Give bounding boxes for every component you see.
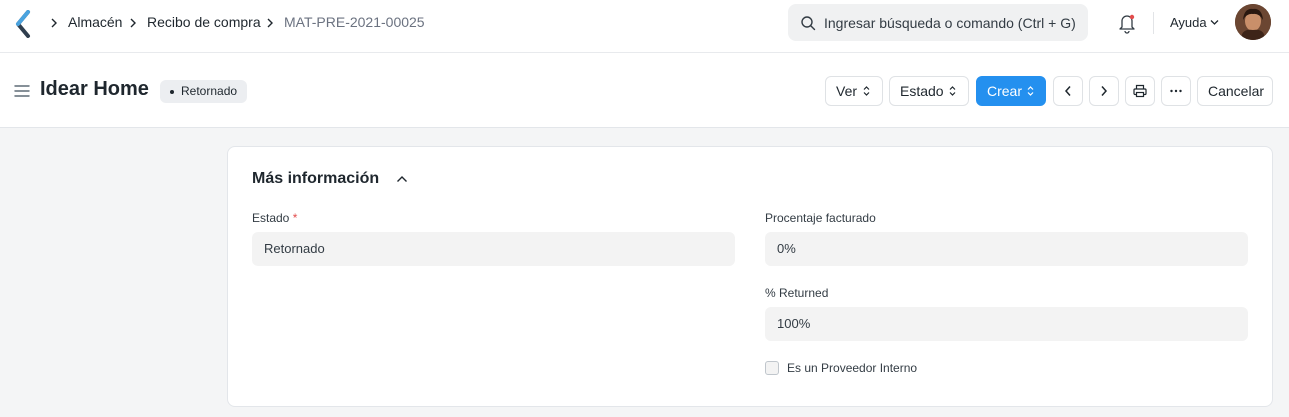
create-button[interactable]: Crear <box>976 76 1046 106</box>
section-title[interactable]: Más información <box>252 170 379 188</box>
user-photo-icon <box>1235 4 1271 40</box>
more-actions-button[interactable] <box>1161 76 1191 106</box>
chevron-right-icon <box>1101 86 1108 96</box>
status-badge: Retornado <box>160 80 248 103</box>
search-icon <box>801 16 816 31</box>
internal-supplier-label[interactable]: Es un Proveedor Interno <box>787 361 917 375</box>
estado-label-text: Estado <box>252 211 290 225</box>
estado-field[interactable]: Retornado <box>252 232 735 266</box>
breadcrumb-recibo-de-compra[interactable]: Recibo de compra <box>147 14 261 30</box>
more-info-section: Más información Estado * Retornado Proce… <box>227 146 1273 407</box>
printer-icon <box>1133 84 1147 98</box>
app-logo-icon[interactable] <box>14 10 34 38</box>
navbar-divider <box>1153 12 1154 34</box>
updown-icon <box>949 86 956 96</box>
create-button-label: Crear <box>987 83 1023 99</box>
search-bar[interactable]: Ingresar búsqueda o comando (Ctrl + G) <box>788 4 1088 41</box>
previous-doc-button[interactable] <box>1053 76 1083 106</box>
cancel-button-label: Cancelar <box>1208 83 1265 99</box>
breadcrumb-current-doc[interactable]: MAT-PRE-2021-00025 <box>284 14 425 30</box>
view-button[interactable]: Ver <box>825 76 883 106</box>
billed-percent-field[interactable]: 0% <box>765 232 1248 266</box>
sidebar-toggle-icon[interactable] <box>14 84 30 98</box>
status-button-label: Estado <box>900 83 944 99</box>
next-doc-button[interactable] <box>1089 76 1119 106</box>
breadcrumb-separator-icon <box>130 18 136 28</box>
required-mark: * <box>292 211 298 225</box>
chevron-down-icon[interactable] <box>1210 19 1219 26</box>
internal-supplier-checkbox[interactable] <box>765 361 779 375</box>
page-header: Idear Home Retornado Ver Estado Crear Ca… <box>0 53 1289 128</box>
bell-icon[interactable] <box>1117 12 1137 34</box>
updown-icon <box>863 86 870 96</box>
returned-percent-label: % Returned <box>765 286 829 300</box>
chevron-up-icon[interactable] <box>396 175 408 183</box>
more-icon <box>1170 89 1182 93</box>
navbar: Almacén Recibo de compra MAT-PRE-2021-00… <box>0 0 1289 53</box>
billed-percent-label: Procentaje facturado <box>765 211 876 225</box>
avatar[interactable] <box>1235 4 1271 40</box>
estado-label: Estado * <box>252 211 297 225</box>
search-placeholder: Ingresar búsqueda o comando (Ctrl + G) <box>824 15 1076 31</box>
breadcrumb-almacen[interactable]: Almacén <box>68 14 122 30</box>
cancel-button[interactable]: Cancelar <box>1197 76 1273 106</box>
status-badge-label: Retornado <box>181 84 238 98</box>
breadcrumb-separator-icon <box>267 18 273 28</box>
breadcrumb-separator-icon <box>51 18 57 28</box>
page-title: Idear Home <box>40 78 149 100</box>
updown-icon <box>1027 86 1034 96</box>
view-button-label: Ver <box>836 83 858 99</box>
print-button[interactable] <box>1125 76 1155 106</box>
status-dot-icon <box>170 90 174 94</box>
chevron-left-icon <box>1064 86 1071 96</box>
status-dropdown-button[interactable]: Estado <box>889 76 969 106</box>
returned-percent-field[interactable]: 100% <box>765 307 1248 341</box>
help-menu[interactable]: Ayuda <box>1170 15 1207 30</box>
